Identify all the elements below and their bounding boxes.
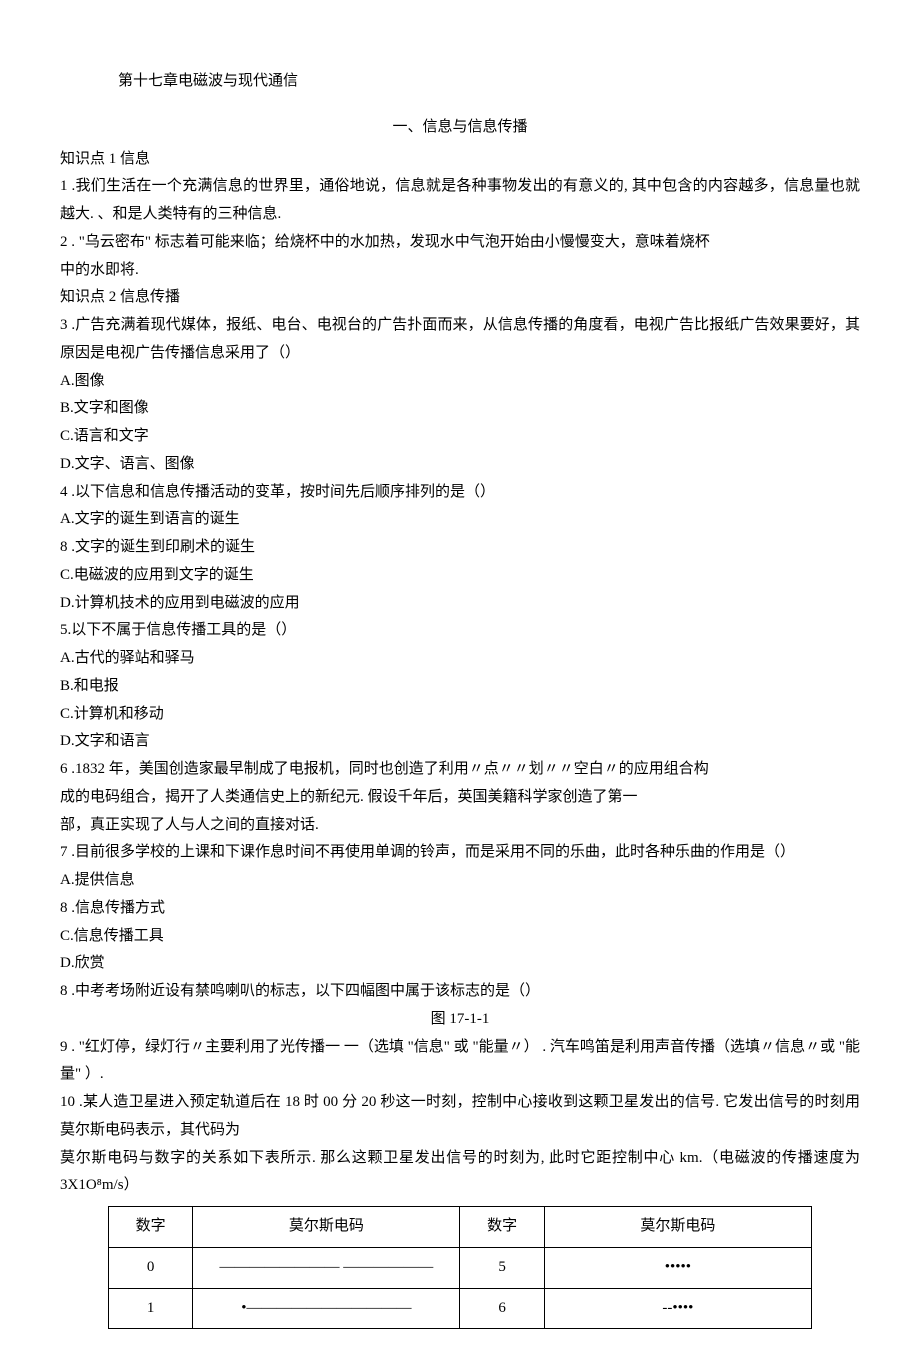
table-row: 1 •——————————— 6 --•••• bbox=[109, 1288, 812, 1329]
cell-morse: ———————— —————— bbox=[193, 1247, 460, 1288]
question-6-cont1: 成的电码组合，揭开了人类通信史上的新纪元. 假设千年后，英国美籍科学家创造了第一 bbox=[60, 784, 860, 812]
q3-choice-a: A.图像 bbox=[60, 368, 860, 396]
q5-choice-a: A.古代的驿站和驿马 bbox=[60, 645, 860, 673]
q7-choice-c: C.信息传播工具 bbox=[60, 923, 860, 951]
question-10: 10 .某人造卫星进入预定轨道后在 18 时 00 分 20 秒这一时刻，控制中… bbox=[60, 1089, 860, 1145]
chapter-title: 第十七章电磁波与现代通信 bbox=[118, 68, 860, 96]
question-5: 5.以下不属于信息传播工具的是（） bbox=[60, 617, 860, 645]
q5-choice-b: B.和电报 bbox=[60, 673, 860, 701]
question-6-cont2: 部，真正实现了人与人之间的直接对话. bbox=[60, 812, 860, 840]
q4-choice-c: C.电磁波的应用到文字的诞生 bbox=[60, 562, 860, 590]
q7-choice-a: A.提供信息 bbox=[60, 867, 860, 895]
q7-choice-d: D.欣赏 bbox=[60, 950, 860, 978]
section-title: 一、信息与信息传播 bbox=[60, 114, 860, 142]
q5-choice-d: D.文字和语言 bbox=[60, 728, 860, 756]
q4-choice-d: D.计算机技术的应用到电磁波的应用 bbox=[60, 590, 860, 618]
question-3: 3 .广告充满着现代媒体，报纸、电台、电视台的广告扑面而来，从信息传播的角度看，… bbox=[60, 312, 860, 368]
table-header-row: 数字 莫尔斯电码 数字 莫尔斯电码 bbox=[109, 1207, 812, 1248]
cell-morse: --•••• bbox=[544, 1288, 811, 1329]
question-10-cont: 莫尔斯电码与数字的关系如下表所示. 那么这颗卫星发出信号的时刻为, 此时它距控制… bbox=[60, 1145, 860, 1201]
question-6: 6 .1832 年，美国创造家最早制成了电报机，同时也创造了利用〃点〃〃划〃〃空… bbox=[60, 756, 860, 784]
question-8: 8 .中考考场附近设有禁鸣喇叭的标志，以下四幅图中属于该标志的是（） bbox=[60, 978, 860, 1006]
question-9: 9 . "红灯停，绿灯行〃主要利用了光传播一 一（选填 "信息" 或 "能量〃）… bbox=[60, 1034, 860, 1090]
question-4: 4 .以下信息和信息传播活动的变革，按时间先后顺序排列的是（） bbox=[60, 479, 860, 507]
knowledge-point-2: 知识点 2 信息传播 bbox=[60, 284, 860, 312]
header-digit-1: 数字 bbox=[109, 1207, 193, 1248]
question-7: 7 .目前很多学校的上课和下课作息时间不再使用单调的铃声，而是采用不同的乐曲，此… bbox=[60, 839, 860, 867]
question-2: 2 . "乌云密布" 标志着可能来临；给烧杯中的水加热，发现水中气泡开始由小慢慢… bbox=[60, 229, 860, 257]
q4-choice-b: 8 .文字的诞生到印刷术的诞生 bbox=[60, 534, 860, 562]
cell-digit: 6 bbox=[460, 1288, 544, 1329]
morse-code-table: 数字 莫尔斯电码 数字 莫尔斯电码 0 ———————— —————— 5 ••… bbox=[108, 1206, 812, 1329]
q3-choice-c: C.语言和文字 bbox=[60, 423, 860, 451]
cell-morse: •——————————— bbox=[193, 1288, 460, 1329]
cell-digit: 1 bbox=[109, 1288, 193, 1329]
question-2-cont: 中的水即将. bbox=[60, 257, 860, 285]
cell-morse: ••••• bbox=[544, 1247, 811, 1288]
q3-choice-d: D.文字、语言、图像 bbox=[60, 451, 860, 479]
q4-choice-a: A.文字的诞生到语言的诞生 bbox=[60, 506, 860, 534]
figure-label: 图 17-1-1 bbox=[60, 1006, 860, 1034]
header-morse-1: 莫尔斯电码 bbox=[193, 1207, 460, 1248]
question-1: 1 .我们生活在一个充满信息的世界里，通俗地说，信息就是各种事物发出的有意义的,… bbox=[60, 173, 860, 229]
cell-digit: 5 bbox=[460, 1247, 544, 1288]
q5-choice-c: C.计算机和移动 bbox=[60, 701, 860, 729]
cell-digit: 0 bbox=[109, 1247, 193, 1288]
table-row: 0 ———————— —————— 5 ••••• bbox=[109, 1247, 812, 1288]
knowledge-point-1: 知识点 1 信息 bbox=[60, 146, 860, 174]
header-digit-2: 数字 bbox=[460, 1207, 544, 1248]
q7-choice-b: 8 .信息传播方式 bbox=[60, 895, 860, 923]
q3-choice-b: B.文字和图像 bbox=[60, 395, 860, 423]
header-morse-2: 莫尔斯电码 bbox=[544, 1207, 811, 1248]
